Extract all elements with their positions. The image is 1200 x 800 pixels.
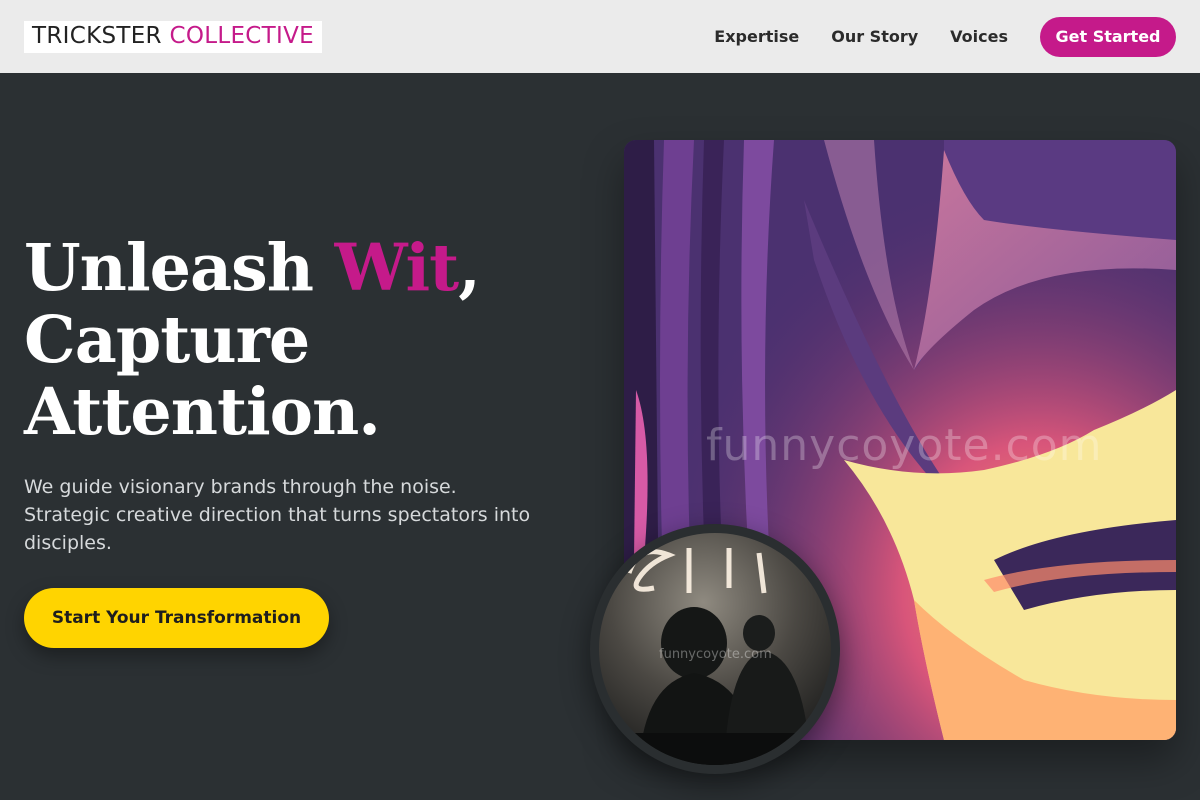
start-transformation-button[interactable]: Start Your Transformation [24, 588, 329, 648]
hero-title-accent: Wit [334, 230, 460, 306]
hero-title-line2: Capture [24, 302, 310, 378]
watermark-text: funnycoyote.com [706, 420, 1103, 471]
get-started-button[interactable]: Get Started [1040, 16, 1176, 57]
nav-link-voices[interactable]: Voices [950, 27, 1008, 46]
brand-name-accent: COLLECTIVE [169, 22, 314, 49]
hero-subtitle: We guide visionary brands through the no… [24, 476, 531, 554]
brand-name-primary: TRICKSTER [32, 22, 162, 49]
photo-watermark: funnycoyote.com [659, 647, 772, 662]
hero-title-word: Unleash [24, 230, 314, 306]
main-nav: Expertise Our Story Voices Get Started [714, 16, 1176, 57]
team-photo-frame: funnycoyote.com [590, 524, 840, 774]
brand-logo[interactable]: TRICKSTER COLLECTIVE [24, 20, 322, 53]
hero-title-comma: , [458, 230, 481, 306]
hero-title: Unleash Wit, Capture Attention. [24, 232, 584, 448]
team-photo: funnycoyote.com [599, 533, 831, 765]
hero-title-line3: Attention. [24, 374, 381, 450]
nav-link-our-story[interactable]: Our Story [831, 27, 918, 46]
nav-link-expertise[interactable]: Expertise [714, 27, 799, 46]
site-header: TRICKSTER COLLECTIVE Expertise Our Story… [0, 0, 1200, 73]
